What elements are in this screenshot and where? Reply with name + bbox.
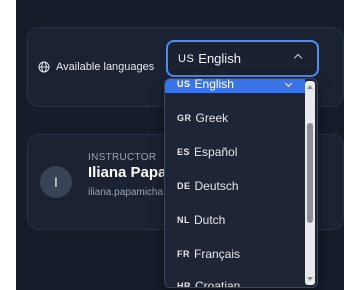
language-option-english[interactable]: US English — [165, 78, 305, 93]
option-code: DE — [177, 181, 191, 191]
option-code: ES — [177, 147, 191, 157]
instructor-email: iliana.papamicha — [88, 187, 164, 198]
language-option-croatian[interactable]: HR Croatian — [177, 276, 241, 288]
language-option-german[interactable]: DE Deutsch — [177, 176, 239, 196]
selected-language-code: US — [178, 52, 195, 65]
option-code: HR — [177, 281, 191, 288]
instructor-role: INSTRUCTOR — [88, 152, 157, 163]
avatar: I — [40, 166, 72, 198]
option-code: FR — [177, 249, 190, 259]
option-name: Deutsch — [194, 179, 239, 193]
option-name: English — [194, 78, 234, 91]
language-select[interactable]: US English — [166, 40, 319, 77]
globe-icon — [38, 61, 50, 73]
option-name: Greek — [195, 111, 229, 125]
chevron-down-icon — [284, 79, 293, 88]
language-option-spanish[interactable]: ES Español — [177, 142, 237, 162]
chevron-up-icon — [293, 53, 303, 63]
option-code: NL — [177, 215, 190, 225]
option-name: Français — [194, 247, 241, 261]
selected-language-name: English — [198, 51, 241, 66]
language-dropdown-list[interactable]: US English GR Greek ES Español DE Deutsc… — [164, 78, 318, 288]
scroll-down-icon[interactable] — [307, 277, 313, 281]
option-name: Español — [194, 145, 238, 159]
scroll-up-icon[interactable] — [307, 85, 313, 89]
language-option-greek[interactable]: GR Greek — [177, 108, 228, 128]
available-languages-text: Available languages — [56, 61, 155, 73]
scrollbar-thumb[interactable] — [307, 123, 313, 223]
dropdown-scrollbar[interactable] — [305, 81, 315, 285]
available-languages-label: Available languages — [38, 58, 154, 76]
option-code: US — [177, 79, 191, 89]
option-name: Croatian — [195, 279, 241, 288]
language-option-french[interactable]: FR Français — [177, 244, 240, 264]
option-code: GR — [177, 113, 192, 123]
option-name: Dutch — [194, 213, 226, 227]
language-option-dutch[interactable]: NL Dutch — [177, 210, 225, 230]
